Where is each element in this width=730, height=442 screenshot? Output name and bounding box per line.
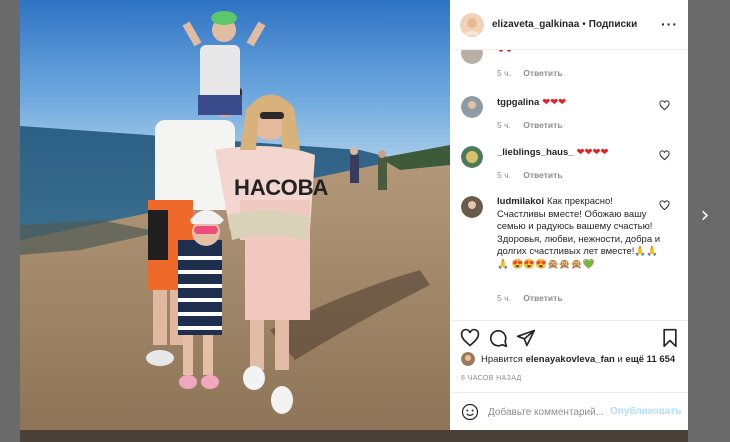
likes-count[interactable]: ещё 11 654	[625, 354, 675, 365]
comment-text: ❤❤❤	[542, 97, 567, 108]
comment-like-icon[interactable]	[659, 100, 670, 111]
share-icon[interactable]	[516, 328, 536, 348]
reply-button[interactable]: Ответить	[523, 68, 562, 78]
comment-item: ❤❤ 5 ч. Ответить	[450, 50, 688, 86]
comment-item: ludmilakoi Как прекрасно! Счастливы вмест…	[450, 196, 688, 311]
comment-like-icon[interactable]	[659, 200, 670, 211]
comment-time: 5 ч.	[497, 170, 511, 180]
comment-icon[interactable]	[488, 328, 508, 348]
comment-body: ❤❤	[497, 50, 662, 58]
comment-text: Как прекрасно! Счастливы вместе! Обожаю …	[497, 196, 661, 270]
comment-item: _lieblings_haus_ ❤❤❤❤ 5 ч. Ответить	[450, 146, 688, 190]
reply-button[interactable]: Ответить	[523, 120, 562, 130]
author-username[interactable]: elizaveta_galkinaa	[492, 19, 579, 30]
more-horizontal-icon[interactable]: ···	[661, 17, 678, 31]
commenter-avatar[interactable]	[461, 146, 483, 168]
comment-username[interactable]: ludmilakoi	[497, 196, 544, 207]
likes-middle: и	[617, 353, 623, 365]
post-timestamp: 8 ЧАСОВ НАЗАД	[461, 375, 522, 382]
comment-text: ❤❤	[497, 50, 513, 56]
comment-time: 5 ч.	[497, 293, 511, 303]
comment-input[interactable]	[488, 403, 608, 421]
comment-item: tgpgalina ❤❤❤ 5 ч. Ответить	[450, 96, 688, 140]
commenter-avatar[interactable]	[461, 50, 483, 64]
following-button[interactable]: Подписки	[589, 19, 637, 30]
comment-text: ❤❤❤❤	[576, 147, 609, 158]
publish-button[interactable]: Опубликовать	[610, 406, 681, 417]
liker-username[interactable]: elenayakovleva_fan	[526, 354, 615, 365]
comment-time: 5 ч.	[497, 120, 511, 130]
next-post-arrow[interactable]: ›	[696, 204, 714, 228]
commenter-avatar[interactable]	[461, 96, 483, 118]
comment-username[interactable]: _lieblings_haus_	[497, 147, 574, 158]
comment-meta: 5 ч. Ответить	[497, 170, 573, 180]
header-separator: •	[582, 19, 586, 30]
comment-time: 5 ч.	[497, 68, 511, 78]
comment-meta: 5 ч. Ответить	[497, 68, 573, 78]
heart-icon[interactable]	[460, 328, 480, 348]
reply-button[interactable]: Ответить	[523, 170, 562, 180]
liker-avatar[interactable]	[461, 352, 475, 366]
post-photo[interactable]: НАСОВА	[20, 0, 450, 430]
post-header: elizaveta_galkinaa • Подписки ···	[450, 0, 688, 50]
commenter-avatar[interactable]	[461, 196, 483, 218]
reply-button[interactable]: Ответить	[523, 293, 562, 303]
comment-like-icon[interactable]	[659, 150, 670, 161]
background-post-strip	[20, 430, 688, 442]
comment-body: ludmilakoi Как прекрасно! Счастливы вмест…	[497, 196, 662, 271]
comment-username[interactable]: tgpgalina	[497, 97, 539, 108]
comment-body: tgpgalina ❤❤❤	[497, 97, 662, 110]
likes-summary: Нравится elenayakovleva_fan и ещё 11 654	[461, 351, 675, 367]
comments-list[interactable]: ❤❤ 5 ч. Ответить tgpgalina ❤❤❤ 5 ч. Ответ…	[450, 50, 688, 320]
comment-meta: 5 ч. Ответить	[497, 293, 573, 303]
likes-prefix: Нравится	[481, 353, 523, 365]
shirt-print: НАСОВА	[234, 175, 328, 200]
emoji-icon[interactable]	[461, 403, 479, 421]
bookmark-icon[interactable]	[660, 328, 680, 348]
add-comment-bar: Опубликовать	[450, 392, 688, 430]
comment-meta: 5 ч. Ответить	[497, 120, 573, 130]
author-avatar[interactable]	[460, 12, 484, 37]
comment-body: _lieblings_haus_ ❤❤❤❤	[497, 147, 662, 160]
post-side-panel: elizaveta_galkinaa • Подписки ··· ❤❤ 5 ч…	[450, 0, 688, 430]
